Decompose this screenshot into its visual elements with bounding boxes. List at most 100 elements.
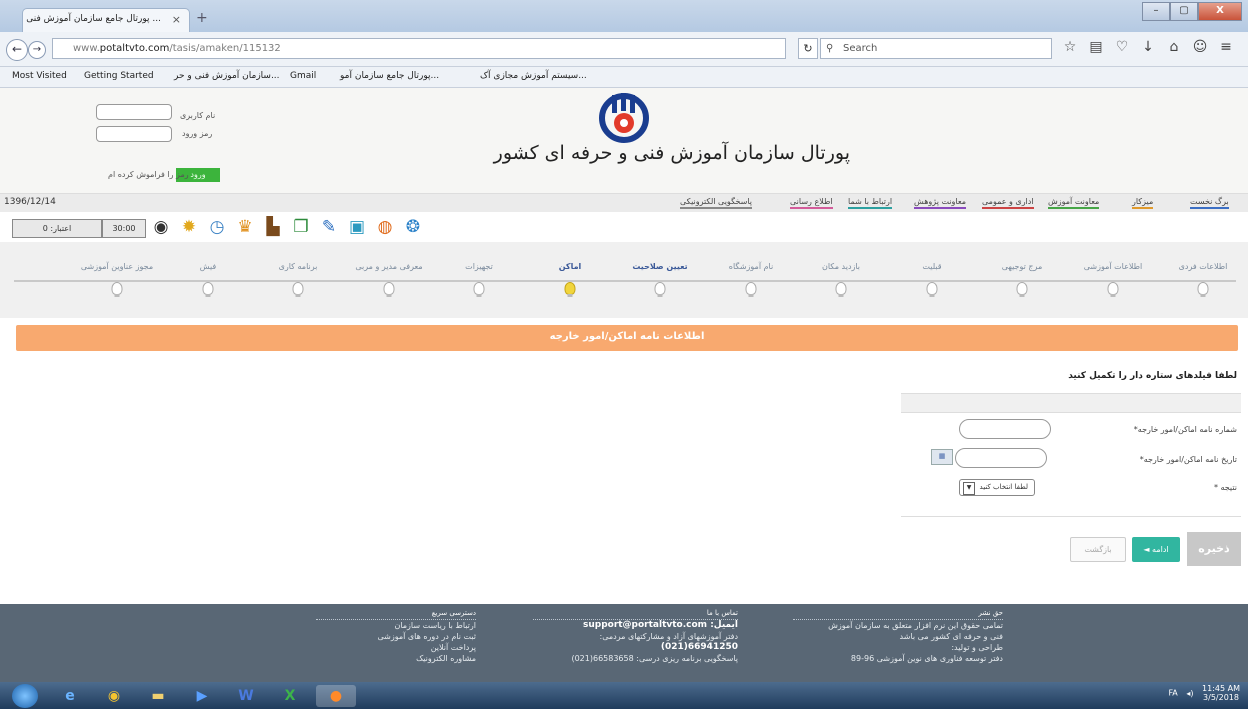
chrome-icon[interactable]: ◉ [94,685,134,707]
media-player-icon[interactable]: ▶ [182,685,222,707]
menu-item[interactable]: معاونت پژوهش [914,197,966,209]
lightbulb-icon[interactable] [926,282,938,297]
factory-icon[interactable]: ▙ [262,216,284,238]
current-date: 1396/12/14 [4,197,56,207]
footer-quick-link[interactable]: مشاوره الکترونیک [316,653,476,664]
language-indicator[interactable]: FA [1168,689,1177,698]
documents-icon[interactable]: ❐ [290,216,312,238]
reading-list-icon[interactable]: ▤ [1088,39,1104,55]
menu-item[interactable]: میزکار [1132,197,1154,209]
footer-quick-link[interactable]: پرداخت آنلاین [316,642,476,653]
wizard-step-label[interactable]: مرج توجیهی [1002,262,1042,271]
firefox-icon[interactable]: ● [316,685,356,707]
lightbulb-icon[interactable] [292,282,304,297]
close-window-button[interactable]: X [1198,2,1242,21]
new-tab-button[interactable]: + [196,10,208,26]
save-button[interactable]: ذخیره [1187,532,1241,566]
edit-form-icon[interactable]: ✎ [318,216,340,238]
lightbulb-icon[interactable] [383,282,395,297]
ie-icon[interactable]: e [50,685,90,707]
result-select[interactable]: لطفا انتخاب کنید ▼ [959,479,1035,496]
lightbulb-icon[interactable] [1197,282,1209,297]
wizard-step-label[interactable]: اطلاعات آموزشی [1084,262,1143,271]
url-bar[interactable]: www.potaltvto.com/tasis/amaken/115132 [52,38,786,59]
volume-icon[interactable]: ◂) [1186,689,1193,698]
excel-icon[interactable]: X [270,685,310,707]
lightbulb-icon[interactable] [111,282,123,297]
wizard-step-label[interactable]: اماکن [559,262,582,271]
lightbulb-icon[interactable] [745,282,757,297]
lightbulb-icon[interactable] [202,282,214,297]
section-banner: اطلاعات نامه اماکن/امور خارجه [16,325,1238,351]
network-icon[interactable]: ❂ [402,216,424,238]
wizard-step-label[interactable]: نام آموزشگاه [729,262,773,271]
bookmark-star-icon[interactable]: ☆ [1062,39,1078,55]
footer-email[interactable]: ایمیل: support@portaltvto.com [533,620,738,631]
image-gallery-icon[interactable]: ▣ [346,216,368,238]
menu-item[interactable]: برگ نخست [1190,197,1229,209]
start-button[interactable] [12,684,38,708]
browser-tab[interactable]: ... پورتال جامع سازمان آموزش فنی × [22,8,190,32]
forgot-password-link[interactable]: رمز را فراموش کرده ام [108,170,189,179]
clock-icon[interactable]: ◷ [206,216,228,238]
banner-title: اطلاعات نامه اماکن/امور خارجه [549,331,705,342]
footer-copyright-line: تمامی حقوق این نرم افزار متعلق به سازمان… [828,621,1003,630]
bookmark-elearning[interactable]: ...سیستم آموزش مجازی آک [480,71,587,81]
explorer-folder-icon[interactable]: ▬ [138,685,178,707]
home-icon[interactable]: ⌂ [1166,39,1182,55]
browser-toolbar: ☆ ▤ ♡ ↓ ⌂ ☺ ≡ [1062,39,1234,55]
lightbulb-icon[interactable] [564,282,576,297]
lightbulb-icon[interactable] [1107,282,1119,297]
tab-close-icon[interactable]: × [172,13,181,26]
password-input[interactable] [96,126,172,142]
wizard-step-label[interactable]: قبلیت [922,262,941,271]
wizard-step-label[interactable]: فیش [200,262,216,271]
chat-icon[interactable]: ☺ [1192,39,1208,55]
bookmark-most-visited[interactable]: Most Visited [12,71,67,81]
menu-item[interactable]: معاونت آموزش [1048,197,1100,209]
letter-number-input[interactable] [959,419,1051,439]
next-button[interactable]: ادامه ◄ [1132,537,1180,562]
wizard-step-label[interactable]: بازدید مکان [822,262,860,271]
minimize-button[interactable]: – [1142,2,1170,21]
footer-quick-links: دسترسی سریع ارتباط با ریاست سازمان ثبت ن… [316,608,476,664]
bookmark-getting-started[interactable]: Getting Started [84,71,154,81]
lightbulb-icon[interactable] [835,282,847,297]
lightbulb-icon[interactable] [654,282,666,297]
lightbulb-icon[interactable] [473,282,485,297]
pocket-icon[interactable]: ♡ [1114,39,1130,55]
download-icon[interactable]: ↓ [1140,39,1156,55]
letter-date-input[interactable] [955,448,1047,468]
back-arrow-icon[interactable]: ← [6,39,28,61]
menu-item[interactable]: اطلاع رسانی [790,197,833,209]
webcam-icon[interactable]: ◉ [150,216,172,238]
footer-quick-link[interactable]: ثبت نام در دوره های آموزشی [316,631,476,642]
calendar-icon[interactable]: ▦ [931,449,953,465]
menu-item[interactable]: پاسخگویی الکترونیکی [680,197,753,209]
trophy-icon[interactable]: ♛ [234,216,256,238]
bookmark-portal[interactable]: ...پورتال جامع سازمان آمو [340,71,439,81]
word-icon[interactable]: W [226,685,266,707]
menu-item[interactable]: اداری و عمومی [982,197,1034,209]
browser-search-input[interactable]: ⚲ Search [820,38,1052,59]
lifebuoy-icon[interactable]: ◍ [374,216,396,238]
username-input[interactable] [96,104,172,120]
wizard-step-label[interactable]: معرفی مدیر و مربی [355,262,422,271]
wizard-step-label[interactable]: اطلاعات فردی [1179,262,1228,271]
maximize-button[interactable]: ▢ [1170,2,1198,21]
bookmark-tvto[interactable]: ...سازمان آموزش فنی و حر [174,71,280,81]
menu-item[interactable]: ارتباط با شما [848,197,893,209]
wizard-step-label[interactable]: تجهیزات [465,262,493,271]
bookmark-gmail[interactable]: Gmail [290,71,316,81]
wizard-step-label[interactable]: مجوز عناوین آموزشی [81,262,153,271]
back-button[interactable]: بازگشت [1070,537,1126,562]
footer-quick-link[interactable]: ارتباط با ریاست سازمان [316,620,476,631]
menu-icon[interactable]: ≡ [1218,39,1234,55]
settings-gear-icon[interactable]: ✹ [178,216,200,238]
wizard-step-label[interactable]: تعیین صلاحیت [632,262,687,271]
reload-icon[interactable]: ↻ [798,38,818,59]
footer-contact-title: تماس با ما [533,608,738,620]
lightbulb-icon[interactable] [1016,282,1028,297]
forward-arrow-icon[interactable]: → [28,41,46,59]
wizard-step-label[interactable]: برنامه کاری [279,262,318,271]
